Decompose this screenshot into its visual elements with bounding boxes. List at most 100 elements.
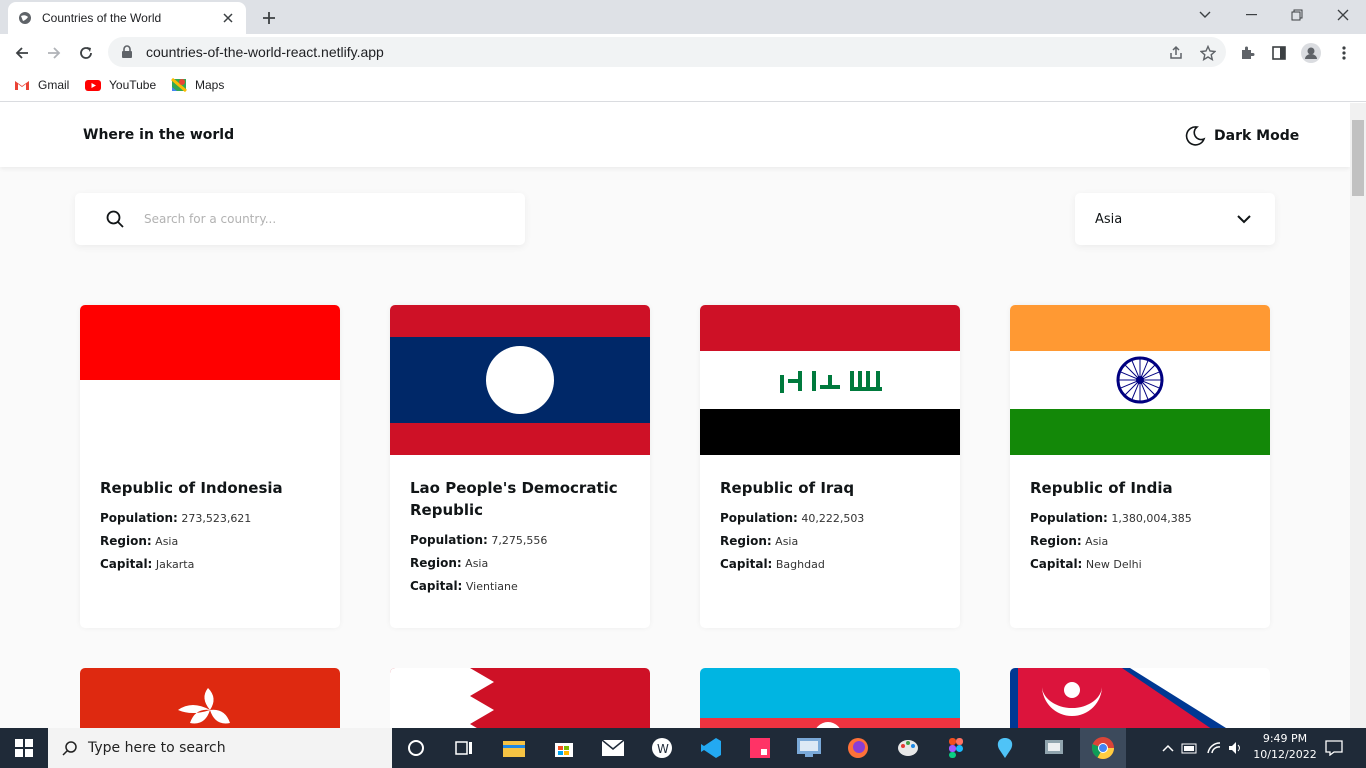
country-card[interactable]: Republic of Indonesia Population: 273,52…: [80, 305, 340, 628]
app-icon[interactable]: [795, 734, 823, 762]
store-icon[interactable]: [550, 734, 578, 762]
bookmark-label: YouTube: [109, 78, 157, 92]
country-card[interactable]: [1010, 668, 1270, 728]
figma-icon[interactable]: [942, 734, 970, 762]
capital-row: Capital: Jakarta: [100, 557, 195, 571]
page-viewport: Where in the world Dark Mode Asia Republ…: [0, 103, 1350, 728]
search-icon: [106, 210, 124, 228]
dark-mode-label: Dark Mode: [1214, 128, 1300, 144]
app-icon[interactable]: [991, 734, 1019, 762]
tab-title: Countries of the World: [42, 11, 162, 25]
country-card[interactable]: [390, 668, 650, 728]
close-window-icon[interactable]: [1329, 4, 1357, 26]
bookmark-youtube[interactable]: YouTube: [85, 76, 156, 94]
search-input[interactable]: [144, 212, 474, 226]
firefox-icon[interactable]: [844, 734, 872, 762]
country-name: Lao People's Democratic Republic: [410, 479, 618, 519]
app-icon[interactable]: W: [648, 734, 676, 762]
bahrain-flag: [390, 668, 650, 728]
population-row: Population: 40,222,503: [720, 511, 865, 525]
search-icon: [62, 741, 77, 756]
address-bar[interactable]: countries-of-the-world-react.netlify.app: [108, 37, 1226, 67]
taskbar-search-placeholder: Type here to search: [88, 740, 226, 756]
browser-tab[interactable]: Countries of the World: [8, 2, 246, 34]
capital-row: Capital: Baghdad: [720, 557, 825, 571]
vscode-icon[interactable]: [697, 734, 725, 762]
url-text: countries-of-the-world-react.netlify.app: [146, 44, 384, 60]
notifications-icon[interactable]: [1320, 734, 1348, 762]
new-tab-button[interactable]: [258, 7, 280, 29]
forward-icon[interactable]: [41, 41, 67, 65]
app-icon[interactable]: [1040, 734, 1068, 762]
population-row: Population: 273,523,621: [100, 511, 252, 525]
country-name: Republic of Iraq: [720, 479, 855, 497]
page-scrollbar[interactable]: [1350, 103, 1366, 728]
extensions-icon[interactable]: [1237, 43, 1257, 63]
cortana-icon[interactable]: [402, 734, 430, 762]
india-flag: [1010, 305, 1270, 455]
scrollbar-thumb[interactable]: [1352, 120, 1364, 196]
reload-icon[interactable]: [73, 41, 99, 65]
windows-start-icon[interactable]: [10, 734, 38, 762]
youtube-icon: [85, 80, 101, 91]
mail-icon[interactable]: [599, 734, 627, 762]
population-row: Population: 1,380,004,385: [1030, 511, 1192, 525]
region-filter-value: Asia: [1095, 211, 1123, 227]
bookmark-gmail[interactable]: Gmail: [14, 76, 69, 94]
file-explorer-icon[interactable]: [500, 734, 528, 762]
region-row: Region: Asia: [1030, 534, 1109, 548]
minimize-icon[interactable]: [1237, 4, 1265, 26]
search-box[interactable]: [75, 193, 525, 245]
region-row: Region: Asia: [410, 556, 489, 570]
profile-avatar-icon[interactable]: [1301, 43, 1321, 63]
menu-dots-icon[interactable]: [1334, 43, 1354, 63]
clock-time: 9:49 PM: [1262, 732, 1308, 745]
app-header: Where in the world Dark Mode: [0, 103, 1350, 167]
restore-icon[interactable]: [1283, 4, 1311, 26]
share-icon[interactable]: [1166, 43, 1186, 63]
clock-date: 10/12/2022: [1253, 748, 1317, 761]
iraq-flag: [700, 305, 960, 455]
side-panel-icon[interactable]: [1269, 43, 1289, 63]
population-row: Population: 7,275,556: [410, 533, 548, 547]
nepal-flag: [1010, 668, 1270, 728]
dark-mode-toggle[interactable]: Dark Mode: [1184, 125, 1299, 147]
capital-row: Capital: New Delhi: [1030, 557, 1142, 571]
taskbar-search-box[interactable]: Type here to search: [48, 728, 392, 768]
app-title[interactable]: Where in the world: [83, 127, 234, 143]
indonesia-flag: [80, 305, 340, 455]
country-card[interactable]: Lao People's Democratic Republic Populat…: [390, 305, 650, 628]
country-name: Republic of Indonesia: [100, 479, 283, 497]
laos-flag: [390, 305, 650, 455]
close-tab-icon[interactable]: [220, 10, 236, 26]
country-card[interactable]: [700, 668, 960, 728]
back-icon[interactable]: [9, 41, 35, 65]
lock-icon: [122, 45, 132, 58]
chrome-taskbar-icon[interactable]: [1080, 728, 1126, 768]
tab-search-icon[interactable]: [1191, 4, 1219, 26]
country-card[interactable]: Republic of India Population: 1,380,004,…: [1010, 305, 1270, 628]
maps-icon: [171, 77, 187, 93]
country-card[interactable]: Republic of Iraq Population: 40,222,503 …: [700, 305, 960, 628]
region-filter-dropdown[interactable]: Asia: [1075, 193, 1275, 245]
country-card[interactable]: [80, 668, 340, 728]
task-view-icon[interactable]: [450, 734, 478, 762]
chevron-down-icon: [1237, 214, 1251, 223]
svg-text:W: W: [657, 742, 669, 756]
bookmark-label: Maps: [195, 78, 225, 92]
capital-row: Capital: Vientiane: [410, 579, 518, 593]
country-name: Republic of India: [1030, 479, 1173, 497]
paint-icon[interactable]: [894, 734, 922, 762]
app-icon[interactable]: [746, 734, 774, 762]
region-row: Region: Asia: [100, 534, 179, 548]
bookmark-star-icon[interactable]: [1198, 43, 1218, 63]
hong-kong-flag: [80, 668, 340, 728]
bookmark-maps[interactable]: Maps: [171, 76, 224, 94]
region-row: Region: Asia: [720, 534, 799, 548]
bookmark-label: Gmail: [38, 78, 70, 92]
gmail-icon: [15, 81, 29, 90]
azerbaijan-flag: [700, 668, 960, 728]
taskbar-clock[interactable]: 9:49 PM 10/12/2022: [1248, 731, 1322, 763]
moon-icon: [1185, 126, 1206, 146]
volume-icon[interactable]: [1222, 734, 1250, 762]
